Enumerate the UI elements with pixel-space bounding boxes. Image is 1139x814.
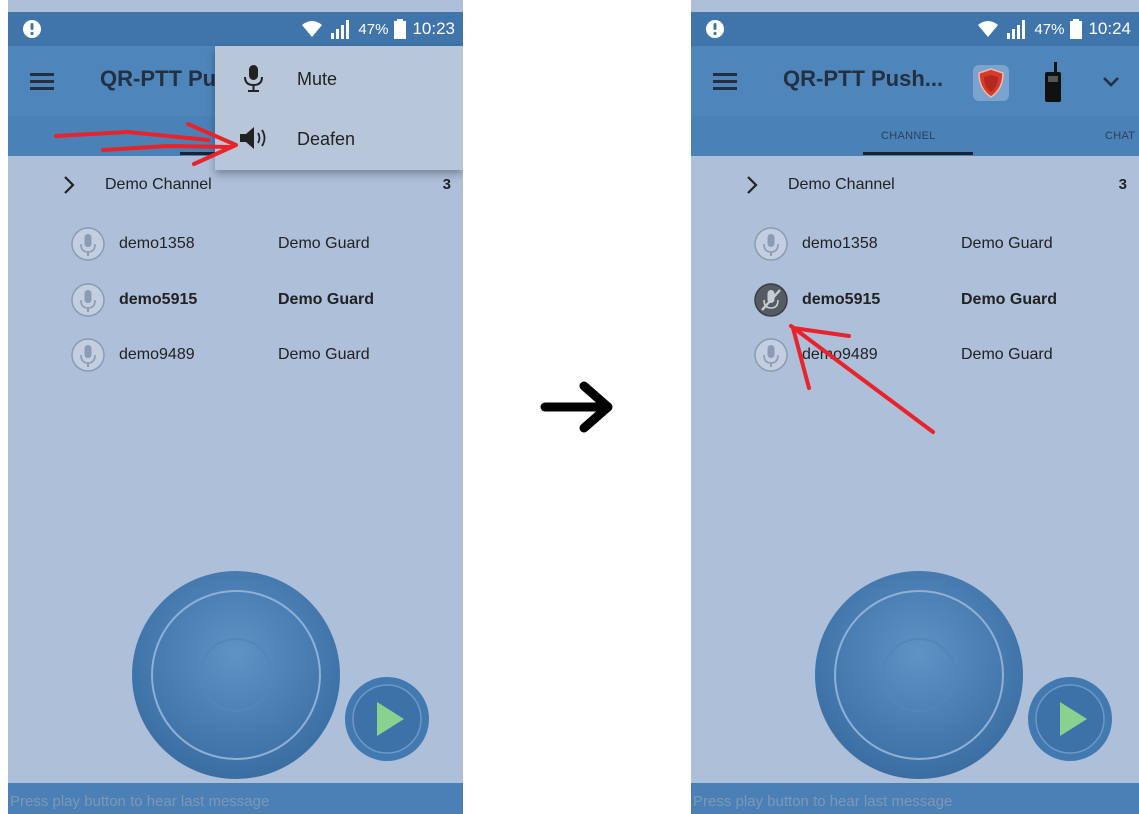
user-name: demo9489 — [802, 346, 878, 363]
shield-icon[interactable] — [971, 63, 1011, 103]
status-bar: 47% 10:23 — [8, 12, 463, 46]
tab-chat[interactable]: CHAT — [1105, 130, 1135, 142]
push-to-talk-button[interactable] — [814, 570, 1024, 780]
channel-row[interactable]: Demo Channel 3 — [691, 170, 1139, 200]
channel-user-count: 3 — [1118, 176, 1127, 193]
left-phone-screen: 47% 10:23 QR-PTT Pu Demo Channel 3 demo1… — [8, 0, 463, 814]
push-to-talk-button[interactable] — [131, 570, 341, 780]
menu-item-deafen[interactable]: Deafen — [215, 108, 463, 168]
bottom-status-bar: Press play button to hear last message — [8, 783, 463, 814]
channel-user-count: 3 — [442, 176, 451, 193]
notification-icon — [706, 20, 724, 38]
user-role: Demo Guard — [278, 346, 370, 363]
user-role: Demo Guard — [278, 235, 370, 252]
battery-icon — [394, 19, 407, 39]
status-time: 10:23 — [412, 19, 455, 38]
hamburger-menu-icon[interactable] — [713, 69, 737, 93]
user-row[interactable]: demo9489 Demo Guard — [8, 335, 463, 375]
channel-name: Demo Channel — [788, 176, 895, 193]
menu-label: Deafen — [297, 129, 356, 149]
hamburger-menu-icon[interactable] — [30, 69, 54, 93]
chevron-right-icon — [747, 176, 758, 194]
microphone-icon — [71, 227, 105, 261]
status-time: 10:24 — [1088, 19, 1131, 38]
user-role: Demo Guard — [961, 235, 1053, 252]
user-row[interactable]: demo9489 Demo Guard — [691, 335, 1139, 375]
bottom-status-bar: Press play button to hear last message — [691, 783, 1139, 814]
app-title: QR-PTT Pu — [100, 66, 217, 91]
microphone-icon — [71, 283, 105, 317]
user-row[interactable]: demo1358 Demo Guard — [8, 224, 463, 264]
user-role: Demo Guard — [961, 291, 1058, 308]
wifi-icon — [302, 21, 323, 37]
microphone-icon — [754, 227, 788, 261]
channel-name: Demo Channel — [105, 176, 212, 193]
user-row[interactable]: demo1358 Demo Guard — [691, 224, 1139, 264]
battery-percent: 47% — [1034, 20, 1065, 38]
microphone-icon — [71, 338, 105, 372]
overflow-menu: Mute Deafen — [215, 46, 463, 170]
user-name: demo5915 — [802, 291, 881, 308]
chevron-down-icon[interactable] — [1101, 74, 1121, 90]
bottom-hint-text: Press play button to hear last message — [693, 793, 953, 810]
play-button[interactable] — [344, 676, 430, 762]
user-row[interactable]: demo5915 Demo Guard — [691, 280, 1139, 320]
signal-icon — [331, 20, 350, 39]
speaker-icon — [240, 127, 266, 149]
menu-label: Mute — [297, 69, 338, 89]
user-name: demo1358 — [802, 235, 878, 252]
tab-indicator — [863, 152, 973, 155]
tab-channel[interactable]: CHANNEL — [881, 130, 936, 142]
bottom-hint-text: Press play button to hear last message — [10, 793, 270, 810]
play-button[interactable] — [1027, 676, 1113, 762]
notification-icon — [23, 20, 41, 38]
walkie-talkie-icon[interactable] — [1041, 62, 1065, 104]
arrow-right-icon — [540, 381, 613, 433]
wifi-icon — [978, 21, 999, 37]
user-row[interactable]: demo5915 Demo Guard — [8, 280, 463, 320]
deafened-icon — [754, 283, 788, 317]
app-bar: QR-PTT Push... — [691, 46, 1139, 116]
user-role: Demo Guard — [961, 346, 1053, 363]
tab-bar: CHANNEL CHAT — [691, 116, 1139, 156]
signal-icon — [1007, 20, 1026, 39]
user-name: demo5915 — [119, 291, 198, 308]
battery-percent: 47% — [358, 20, 389, 38]
app-title: QR-PTT Push... — [783, 66, 944, 91]
menu-item-mute[interactable]: Mute — [215, 48, 463, 108]
microphone-icon — [754, 338, 788, 372]
right-phone-screen: 47% 10:24 QR-PTT Push... CHANNEL CHAT De… — [691, 0, 1139, 814]
user-name: demo1358 — [119, 235, 195, 252]
status-bar: 47% 10:24 — [691, 12, 1139, 46]
user-role: Demo Guard — [278, 291, 375, 308]
channel-row[interactable]: Demo Channel 3 — [8, 170, 463, 200]
battery-icon — [1070, 19, 1083, 39]
microphone-icon — [244, 65, 263, 92]
user-name: demo9489 — [119, 346, 195, 363]
chevron-right-icon — [64, 176, 75, 194]
